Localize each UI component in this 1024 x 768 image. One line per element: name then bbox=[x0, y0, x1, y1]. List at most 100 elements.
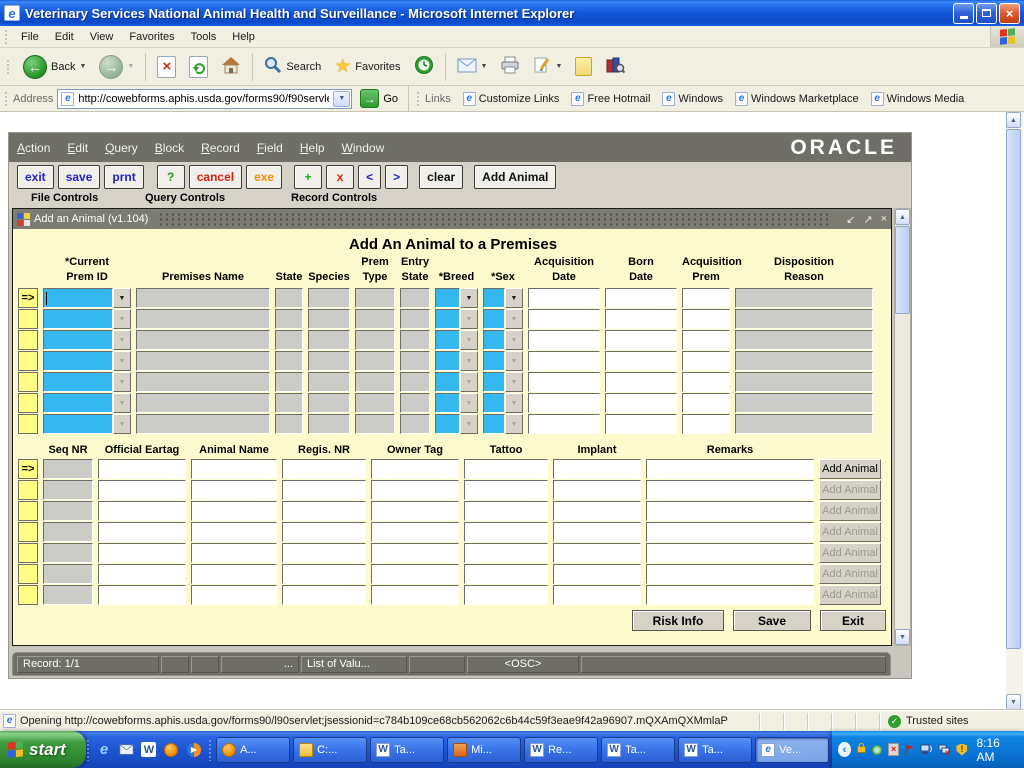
tray-network-error-icon[interactable]: x bbox=[938, 743, 951, 756]
owner-tag-field[interactable] bbox=[371, 501, 459, 521]
breed-field[interactable]: ▼ bbox=[435, 309, 478, 329]
page-scroll-up-button[interactable]: ▲ bbox=[1006, 112, 1021, 128]
implant-field[interactable] bbox=[553, 585, 641, 605]
quicklaunch-word-icon[interactable]: W bbox=[141, 742, 156, 757]
acquisition-prem-field[interactable] bbox=[682, 351, 730, 371]
tattoo-field[interactable] bbox=[464, 459, 548, 479]
close-button[interactable]: × bbox=[999, 3, 1020, 24]
regis-nr-field[interactable] bbox=[282, 501, 366, 521]
tray-chevron-icon[interactable]: ‹ bbox=[838, 742, 851, 757]
acquisition-date-field[interactable] bbox=[528, 309, 600, 329]
oracle-menu-block[interactable]: Block bbox=[155, 141, 184, 155]
oracle-menu-help[interactable]: Help bbox=[300, 141, 325, 155]
task-ve-ie[interactable]: eVe... bbox=[755, 737, 829, 763]
current-prem-id-field[interactable]: ▼ bbox=[43, 372, 131, 392]
oracle-next-record-button[interactable]: > bbox=[385, 165, 408, 189]
page-scrollbar[interactable]: ▲ ▼ bbox=[1006, 112, 1023, 710]
acquisition-date-field[interactable] bbox=[528, 330, 600, 350]
close-form-icon[interactable]: × bbox=[881, 213, 887, 225]
search-button[interactable]: Search bbox=[259, 54, 326, 79]
animal-name-field[interactable] bbox=[191, 480, 277, 500]
owner-tag-field[interactable] bbox=[371, 543, 459, 563]
breed-field[interactable]: ▼ bbox=[435, 414, 478, 434]
mail-dropdown-icon[interactable]: ▼ bbox=[481, 63, 488, 70]
animal-name-field[interactable] bbox=[191, 564, 277, 584]
animal-name-field[interactable] bbox=[191, 459, 277, 479]
task-a-app[interactable]: A... bbox=[216, 737, 290, 763]
breed-field[interactable]: ▼ bbox=[435, 372, 478, 392]
record-indicator[interactable]: => bbox=[18, 459, 38, 479]
history-button[interactable] bbox=[409, 53, 439, 80]
remarks-field[interactable] bbox=[646, 480, 814, 500]
record-indicator[interactable] bbox=[18, 414, 38, 434]
remarks-field[interactable] bbox=[646, 585, 814, 605]
tray-lock-icon[interactable] bbox=[856, 743, 867, 756]
page-scroll-down-button[interactable]: ▼ bbox=[1006, 694, 1021, 710]
remarks-field[interactable] bbox=[646, 459, 814, 479]
add-animal-row-button[interactable]: Add Animal bbox=[819, 459, 881, 479]
tray-doc-error-icon[interactable]: × bbox=[888, 743, 899, 756]
sex-field[interactable]: ▼ bbox=[483, 414, 523, 434]
record-indicator[interactable] bbox=[18, 564, 38, 584]
oracle-previous-record-button[interactable]: < bbox=[358, 165, 381, 189]
tattoo-field[interactable] bbox=[464, 522, 548, 542]
record-indicator[interactable]: => bbox=[18, 288, 38, 308]
born-date-field[interactable] bbox=[605, 372, 677, 392]
animal-name-field[interactable] bbox=[191, 501, 277, 521]
sex-field[interactable]: ▼ bbox=[483, 351, 523, 371]
menu-favorites[interactable]: Favorites bbox=[121, 28, 182, 46]
record-indicator[interactable] bbox=[18, 351, 38, 371]
link-free-hotmail[interactable]: eFree Hotmail bbox=[571, 92, 650, 106]
home-button[interactable] bbox=[216, 54, 246, 79]
tray-certificate-icon[interactable] bbox=[872, 743, 883, 756]
born-date-field[interactable] bbox=[605, 309, 677, 329]
tattoo-field[interactable] bbox=[464, 543, 548, 563]
regis-nr-field[interactable] bbox=[282, 522, 366, 542]
owner-tag-field[interactable] bbox=[371, 522, 459, 542]
sex-dropdown-button[interactable]: ▼ bbox=[505, 288, 523, 308]
official-eartag-field[interactable] bbox=[98, 522, 186, 542]
breed-field[interactable]: ▼ bbox=[435, 330, 478, 350]
acquisition-date-field[interactable] bbox=[528, 372, 600, 392]
oracle-print-button[interactable]: prnt bbox=[104, 165, 143, 189]
current-prem-id-field[interactable]: ▼ bbox=[43, 414, 131, 434]
save-button[interactable]: Save bbox=[733, 610, 811, 631]
remarks-field[interactable] bbox=[646, 501, 814, 521]
quicklaunch-ie-icon[interactable]: e bbox=[95, 741, 112, 758]
stop-button[interactable]: × bbox=[152, 54, 181, 80]
breed-field[interactable]: ▼ bbox=[435, 288, 478, 308]
born-date-field[interactable] bbox=[605, 414, 677, 434]
acquisition-prem-field[interactable] bbox=[682, 414, 730, 434]
scrollbar-thumb[interactable] bbox=[895, 226, 910, 314]
official-eartag-field[interactable] bbox=[98, 480, 186, 500]
implant-field[interactable] bbox=[553, 459, 641, 479]
form-scrollbar[interactable]: ▲ ▼ bbox=[894, 208, 911, 646]
tray-network-icon[interactable] bbox=[920, 743, 933, 756]
regis-nr-field[interactable] bbox=[282, 459, 366, 479]
sex-field[interactable]: ▼ bbox=[483, 288, 523, 308]
tray-security-shield-icon[interactable]: ! bbox=[956, 743, 967, 756]
oracle-insert-record-button[interactable]: + bbox=[294, 165, 322, 189]
taskbar-clock[interactable]: 8:16 AM bbox=[976, 736, 1013, 764]
menu-tools[interactable]: Tools bbox=[183, 28, 225, 46]
task-c-folder[interactable]: C:... bbox=[293, 737, 367, 763]
oracle-clear-button[interactable]: clear bbox=[419, 165, 463, 189]
record-indicator[interactable] bbox=[18, 330, 38, 350]
sex-field[interactable]: ▼ bbox=[483, 393, 523, 413]
sex-field[interactable]: ▼ bbox=[483, 330, 523, 350]
official-eartag-field[interactable] bbox=[98, 564, 186, 584]
menu-help[interactable]: Help bbox=[224, 28, 263, 46]
menu-view[interactable]: View bbox=[82, 28, 122, 46]
implant-field[interactable] bbox=[553, 543, 641, 563]
born-date-field[interactable] bbox=[605, 288, 677, 308]
born-date-field[interactable] bbox=[605, 330, 677, 350]
owner-tag-field[interactable] bbox=[371, 480, 459, 500]
oracle-exit-button[interactable]: exit bbox=[17, 165, 54, 189]
record-indicator[interactable] bbox=[18, 309, 38, 329]
link-windows[interactable]: eWindows bbox=[662, 92, 723, 106]
current-prem-id-field[interactable]: ▼ bbox=[43, 351, 131, 371]
go-button[interactable]: → Go bbox=[360, 89, 398, 108]
maximize-form-icon[interactable]: ↗ bbox=[863, 213, 872, 226]
official-eartag-field[interactable] bbox=[98, 459, 186, 479]
menu-edit[interactable]: Edit bbox=[47, 28, 82, 46]
